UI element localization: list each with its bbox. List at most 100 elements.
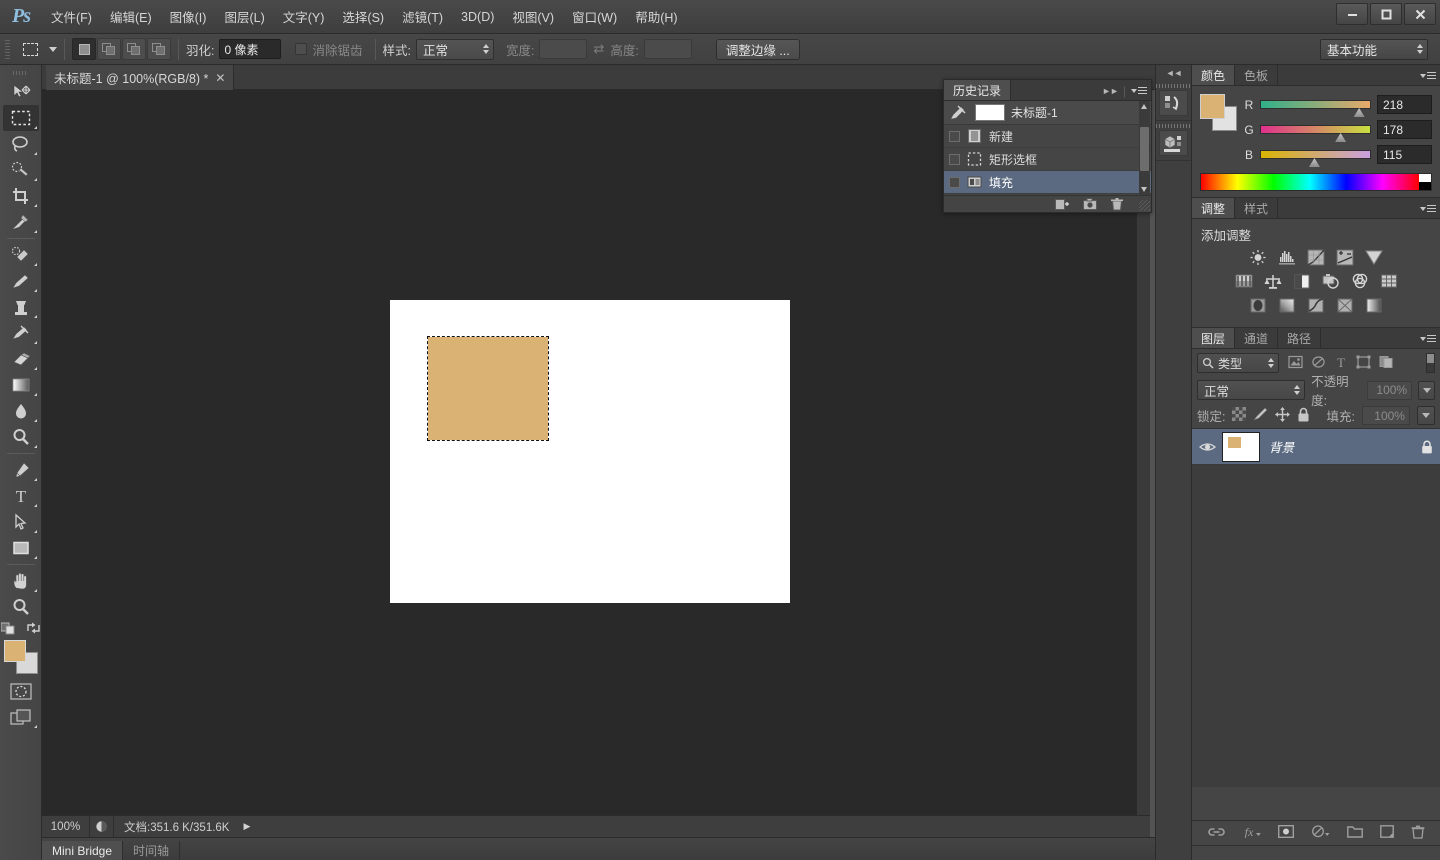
panel-menu-icon[interactable] <box>1131 86 1147 95</box>
tool-preset-picker[interactable] <box>16 38 44 60</box>
foreground-color-swatch[interactable] <box>1200 94 1225 119</box>
maximize-button[interactable] <box>1370 3 1402 25</box>
menu-3d[interactable]: 3D(D) <box>452 6 503 28</box>
history-state-new[interactable]: 新建 <box>944 125 1151 148</box>
panel-menu-icon[interactable] <box>1420 71 1436 80</box>
blue-value[interactable]: 115 <box>1377 145 1432 164</box>
filter-pixel-layers-icon[interactable] <box>1288 355 1303 372</box>
document-tab[interactable]: 未标题-1 @ 100%(RGB/8) * ✕ <box>46 65 235 90</box>
menu-filter[interactable]: 滤镜(T) <box>393 3 452 30</box>
create-snapshot-button[interactable] <box>1083 198 1097 210</box>
history-scrollbar[interactable] <box>1139 101 1150 195</box>
filter-type-layers-icon[interactable]: T <box>1334 355 1348 372</box>
opacity-dropdown-button[interactable] <box>1418 380 1435 400</box>
close-button[interactable] <box>1404 3 1436 25</box>
tab-styles[interactable]: 样式 <box>1235 198 1279 218</box>
expand-dock-icon[interactable]: ◄◄ <box>1156 65 1191 81</box>
layer-row-background[interactable]: 背景 <box>1192 429 1440 465</box>
color-lookup-icon[interactable] <box>1378 272 1399 291</box>
delete-state-button[interactable] <box>1111 197 1123 211</box>
quick-mask-button[interactable] <box>3 678 39 704</box>
options-bar-gripper[interactable] <box>4 38 12 60</box>
history-state-fill[interactable]: 填充 <box>944 171 1151 194</box>
menu-file[interactable]: 文件(F) <box>42 3 101 30</box>
filter-smart-objects-icon[interactable] <box>1379 355 1394 372</box>
tab-paths[interactable]: 路径 <box>1278 328 1322 348</box>
threshold-icon[interactable] <box>1306 296 1327 315</box>
vibrance-icon[interactable] <box>1364 248 1385 267</box>
dock-gripper[interactable] <box>1156 121 1191 130</box>
pen-tool[interactable] <box>3 457 39 483</box>
close-icon[interactable]: ✕ <box>215 71 225 85</box>
layer-mask-button[interactable] <box>1277 824 1294 841</box>
delete-layer-button[interactable] <box>1411 825 1425 842</box>
zoom-level[interactable]: 100% <box>42 815 90 838</box>
layer-filter-type-select[interactable]: 类型 <box>1197 353 1279 373</box>
move-tool[interactable] <box>3 79 39 105</box>
menu-type[interactable]: 文字(Y) <box>274 3 334 30</box>
levels-icon[interactable] <box>1277 248 1298 267</box>
lock-transparent-pixels-icon[interactable] <box>1232 407 1247 424</box>
zoom-tool[interactable] <box>3 594 39 620</box>
rectangular-marquee-tool[interactable] <box>2 105 39 131</box>
bottom-tab-mini-bridge[interactable]: Mini Bridge <box>42 841 124 860</box>
green-value[interactable]: 178 <box>1377 120 1432 139</box>
history-brush-source-icon[interactable] <box>949 104 969 121</box>
dock-icon-history-actions[interactable] <box>1159 90 1188 116</box>
lasso-tool[interactable] <box>3 131 39 157</box>
history-brush-tool[interactable] <box>3 320 39 346</box>
new-layer-button[interactable] <box>1379 825 1394 841</box>
path-selection-tool[interactable] <box>3 509 39 535</box>
white-black-swatches[interactable] <box>1419 174 1431 190</box>
exposure-icon[interactable] <box>1335 248 1356 267</box>
tab-layers[interactable]: 图层 <box>1192 328 1236 348</box>
filter-shape-layers-icon[interactable] <box>1356 355 1371 372</box>
lock-position-icon[interactable] <box>1275 406 1291 425</box>
toolbox-gripper[interactable] <box>0 67 41 79</box>
collapse-panel-icon[interactable]: ►► <box>1102 86 1119 96</box>
lock-all-icon[interactable] <box>1297 407 1310 425</box>
hand-tool[interactable] <box>3 568 39 594</box>
blend-mode-select[interactable]: 正常 <box>1197 380 1306 400</box>
fill-value[interactable]: 100% <box>1361 406 1410 425</box>
history-source-checkbox[interactable] <box>949 130 960 142</box>
history-snapshot-row[interactable]: 未标题-1 <box>944 101 1151 125</box>
tab-swatches[interactable]: 色板 <box>1235 65 1279 85</box>
menu-image[interactable]: 图像(I) <box>161 3 216 30</box>
selective-color-icon[interactable] <box>1364 296 1385 315</box>
blur-tool[interactable] <box>3 398 39 424</box>
panel-resize-grip[interactable] <box>1139 200 1150 211</box>
panel-menu-icon[interactable] <box>1420 204 1436 213</box>
invert-icon[interactable] <box>1248 296 1269 315</box>
proof-preview-icon[interactable] <box>90 815 114 838</box>
bottom-tab-timeline[interactable]: 时间轴 <box>123 841 181 860</box>
crop-tool[interactable] <box>3 183 39 209</box>
history-source-checkbox[interactable] <box>949 176 960 188</box>
layer-style-button[interactable]: fx <box>1242 825 1261 841</box>
foreground-color-swatch[interactable] <box>3 640 26 662</box>
curves-icon[interactable] <box>1306 248 1327 267</box>
quick-selection-tool[interactable] <box>3 157 39 183</box>
history-source-checkbox[interactable] <box>949 153 960 165</box>
spectrum-gradient[interactable] <box>1201 174 1419 190</box>
height-input[interactable] <box>643 39 692 59</box>
channel-mixer-icon[interactable] <box>1349 272 1370 291</box>
green-slider[interactable] <box>1260 125 1371 142</box>
refine-edge-button[interactable]: 调整边缘 ... <box>715 38 800 60</box>
swap-dimensions-icon[interactable]: ⇄ <box>593 41 604 57</box>
fill-dropdown-button[interactable] <box>1416 406 1435 425</box>
photo-filter-icon[interactable] <box>1320 272 1341 291</box>
scrollbar-thumb[interactable] <box>1140 127 1149 171</box>
blue-slider[interactable] <box>1260 150 1371 167</box>
menu-select[interactable]: 选择(S) <box>333 3 393 30</box>
gradient-tool[interactable] <box>3 372 39 398</box>
subtract-from-selection-button[interactable] <box>122 38 146 60</box>
antialias-checkbox[interactable] <box>295 43 308 55</box>
gradient-map-icon[interactable] <box>1335 296 1356 315</box>
layer-visibility-toggle[interactable] <box>1192 441 1222 453</box>
lock-image-pixels-icon[interactable] <box>1253 407 1268 424</box>
add-to-selection-button[interactable] <box>97 38 121 60</box>
dock-gripper[interactable] <box>1156 81 1191 90</box>
tab-channels[interactable]: 通道 <box>1235 328 1279 348</box>
eyedropper-tool[interactable] <box>3 209 39 235</box>
